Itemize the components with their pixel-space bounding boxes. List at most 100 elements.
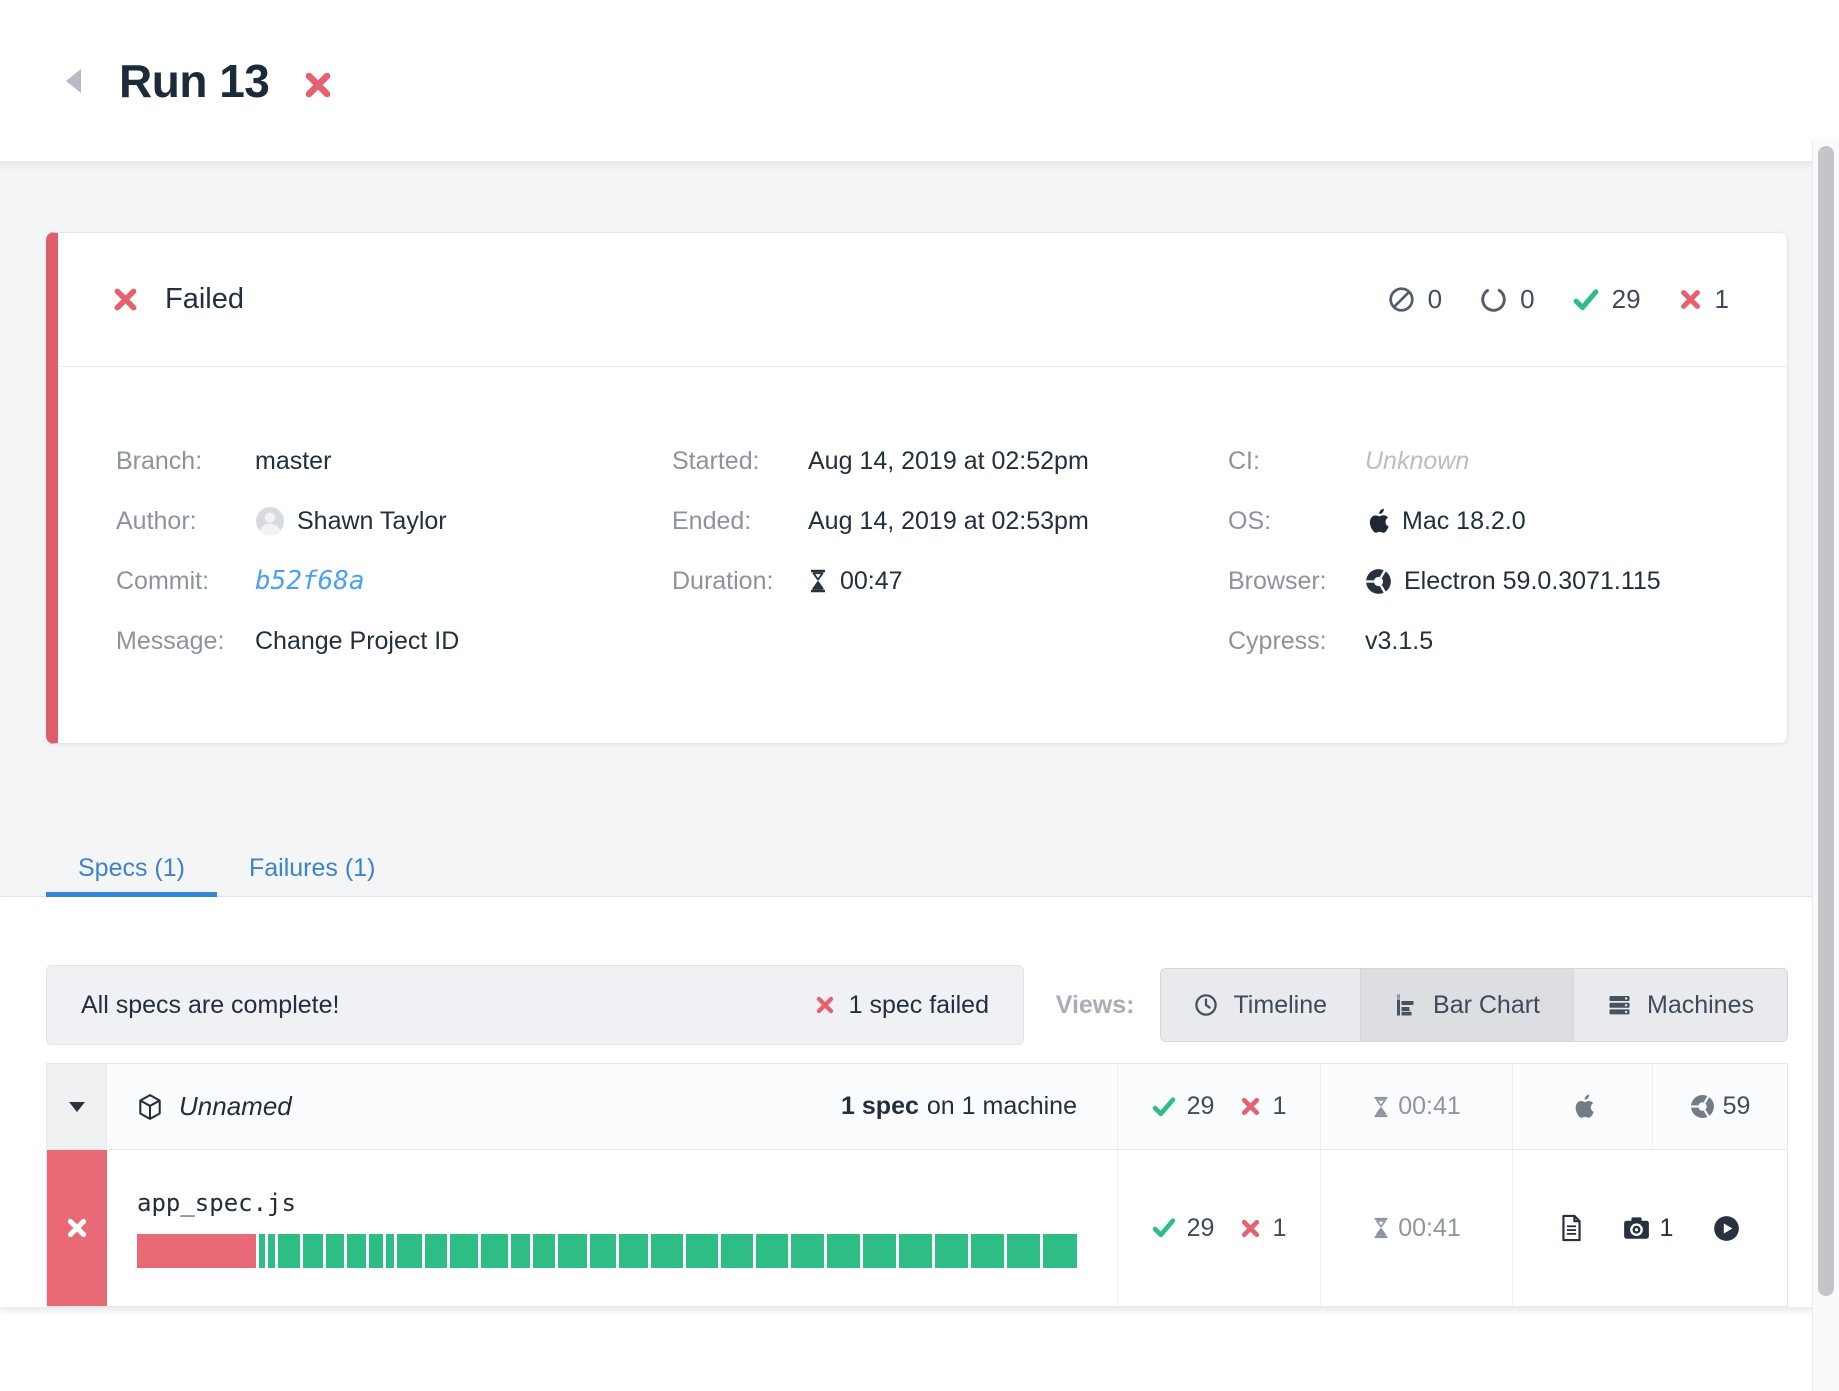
complete-message: All specs are complete! [81, 991, 339, 1020]
spec-failed: 1 [1240, 1214, 1286, 1243]
bar-segment-failed[interactable] [137, 1234, 256, 1268]
bar-segment-passed[interactable] [590, 1234, 616, 1268]
bar-segment-passed[interactable] [686, 1234, 718, 1268]
bar-segment-passed[interactable] [481, 1234, 507, 1268]
group-duration: 00:41 [1398, 1092, 1461, 1121]
detail-os: OS: Mac 18.2.0 [1228, 491, 1767, 551]
failed-x-icon [1679, 288, 1702, 311]
group-expander[interactable] [47, 1064, 107, 1149]
run-summary-band: Failed 0 0 2 [0, 162, 1839, 897]
run-card: Failed 0 0 2 [46, 232, 1788, 744]
bar-segment-passed[interactable] [721, 1234, 753, 1268]
stat-passed: 29 [1573, 284, 1641, 315]
tab-failures[interactable]: Failures (1) [217, 840, 407, 896]
spec-table: Unnamed 1 specon 1 machine 29 1 [46, 1063, 1788, 1307]
spec-row[interactable]: app_spec.js 29 1 [47, 1150, 1787, 1306]
screenshots-count: 1 [1660, 1214, 1674, 1243]
caret-down-icon [69, 1102, 85, 1112]
scrollbar-track[interactable] [1812, 140, 1839, 1391]
spec-filename[interactable]: app_spec.js [137, 1189, 1077, 1217]
group-browser-version: 59 [1723, 1092, 1751, 1121]
bar-segment-passed[interactable] [899, 1234, 932, 1268]
detail-browser: Browser: Electron 59.0.3071.115 [1228, 551, 1767, 611]
spec-stats-cell: 29 1 [1117, 1150, 1320, 1306]
group-failed: 1 [1240, 1092, 1286, 1121]
spec-group-row: Unnamed 1 specon 1 machine 29 1 [47, 1064, 1787, 1150]
bar-segment-passed[interactable] [326, 1234, 344, 1268]
bar-segment-passed[interactable] [397, 1234, 421, 1268]
bar-segment-passed[interactable] [259, 1234, 266, 1268]
stdout-doc-icon[interactable] [1560, 1214, 1583, 1242]
bar-segment-passed[interactable] [791, 1234, 824, 1268]
group-passed: 29 [1152, 1092, 1215, 1121]
pending-icon [1480, 286, 1507, 313]
fail-x-icon [112, 286, 139, 313]
run-stats: 0 0 29 1 [1388, 284, 1729, 315]
cypress-value: v3.1.5 [1365, 627, 1433, 656]
tab-specs[interactable]: Specs (1) [46, 840, 217, 896]
machines-view-button[interactable]: Machines [1573, 969, 1787, 1041]
skipped-icon [1388, 286, 1415, 313]
started-value: Aug 14, 2019 at 02:52pm [808, 447, 1089, 476]
screenshots-camera-icon [1623, 1216, 1650, 1240]
bar-segment-passed[interactable] [971, 1234, 1004, 1268]
bar-segment-passed[interactable] [651, 1234, 683, 1268]
detail-cypress: Cypress: v3.1.5 [1228, 611, 1767, 671]
bar-segment-passed[interactable] [1007, 1234, 1040, 1268]
failed-x-icon [1240, 1218, 1261, 1239]
spec-duration: 00:41 [1398, 1214, 1461, 1243]
bar-chart-view-button[interactable]: Bar Chart [1360, 969, 1573, 1041]
scrollbar-thumb[interactable] [1818, 146, 1834, 1296]
bar-segment-passed[interactable] [268, 1234, 275, 1268]
browser-value: Electron 59.0.3071.115 [1365, 567, 1661, 596]
bar-segment-passed[interactable] [863, 1234, 896, 1268]
bar-segment-passed[interactable] [303, 1234, 323, 1268]
spec-artifacts-cell: 1 [1512, 1150, 1787, 1306]
avatar [255, 506, 285, 536]
back-icon[interactable] [66, 69, 81, 93]
detail-started: Started: Aug 14, 2019 at 02:52pm [672, 431, 1228, 491]
group-main-cell: Unnamed 1 specon 1 machine [107, 1064, 1117, 1149]
group-stats-cell: 29 1 [1117, 1064, 1320, 1149]
spec-status-cell[interactable] [47, 1150, 107, 1306]
views-button-group: Timeline Bar Chart Machines [1160, 968, 1788, 1042]
bar-segment-passed[interactable] [619, 1234, 648, 1268]
bar-segment-passed[interactable] [558, 1234, 587, 1268]
bar-segment-passed[interactable] [533, 1234, 555, 1268]
screenshots-group[interactable]: 1 [1623, 1214, 1674, 1243]
group-browser-cell: 59 [1652, 1064, 1787, 1149]
bar-chart-icon [1394, 993, 1418, 1017]
group-os-cell [1512, 1064, 1652, 1149]
stat-pending-count: 0 [1520, 284, 1534, 315]
ci-value: Unknown [1365, 447, 1469, 476]
timeline-view-button[interactable]: Timeline [1161, 969, 1360, 1041]
bar-segment-passed[interactable] [511, 1234, 531, 1268]
commit-link[interactable]: b52f68a [255, 566, 365, 596]
group-spec-count: 1 specon 1 machine [841, 1092, 1077, 1121]
bar-segment-passed[interactable] [827, 1234, 860, 1268]
bar-segment-passed[interactable] [386, 1234, 395, 1268]
bar-segment-passed[interactable] [450, 1234, 479, 1268]
bar-segment-passed[interactable] [278, 1234, 300, 1268]
hourglass-icon [808, 569, 828, 593]
bar-segment-passed[interactable] [756, 1234, 788, 1268]
bar-segment-passed[interactable] [347, 1234, 367, 1268]
fail-x-icon [815, 995, 835, 1015]
machines-icon [1607, 993, 1632, 1017]
group-name: Unnamed [179, 1091, 292, 1122]
detail-ended: Ended: Aug 14, 2019 at 02:53pm [672, 491, 1228, 551]
spec-main-cell: app_spec.js [107, 1150, 1117, 1306]
specs-toolbar: All specs are complete! 1 spec failed Vi… [46, 965, 1788, 1045]
page-header: Run 13 [0, 0, 1839, 162]
video-play-icon[interactable] [1713, 1215, 1740, 1242]
bar-segment-passed[interactable] [369, 1234, 382, 1268]
clock-icon [1194, 993, 1218, 1017]
detail-branch: Branch: master [116, 431, 672, 491]
bar-segment-passed[interactable] [425, 1234, 447, 1268]
message-value: Change Project ID [255, 627, 459, 656]
bar-segment-passed[interactable] [935, 1234, 968, 1268]
views-switcher: Views: Timeline Bar Chart [1056, 968, 1788, 1042]
passed-check-icon [1152, 1218, 1176, 1238]
detail-author: Author: Shawn Taylor [116, 491, 672, 551]
bar-segment-passed[interactable] [1043, 1234, 1077, 1268]
